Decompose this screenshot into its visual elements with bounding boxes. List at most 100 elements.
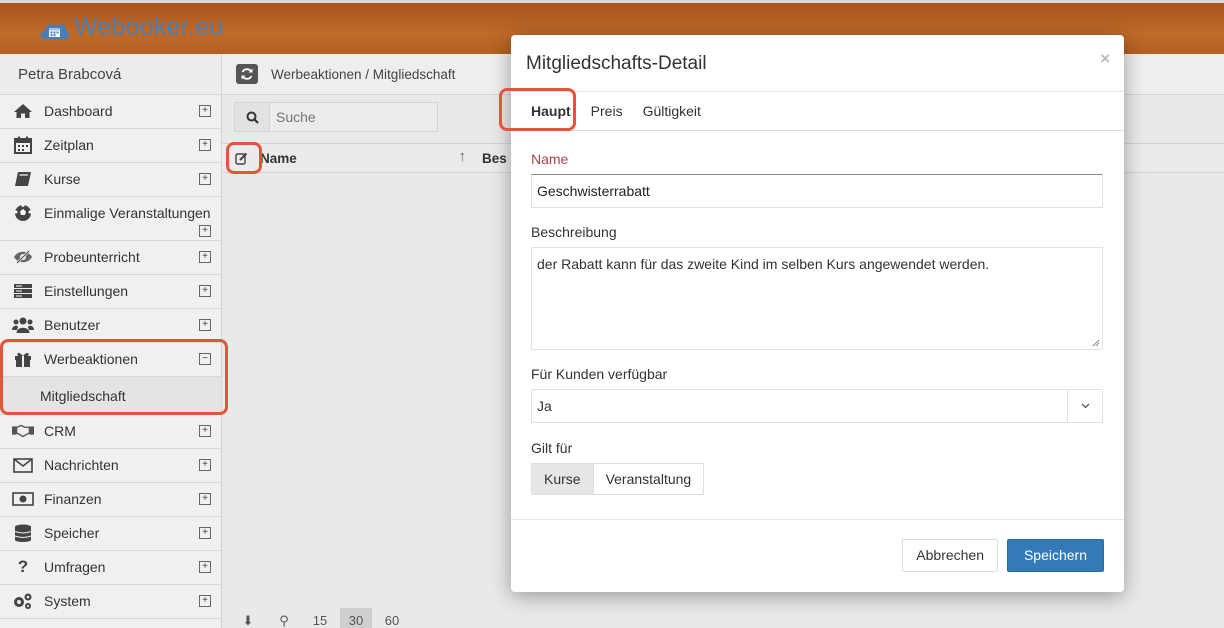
save-button[interactable]: Speichern — [1006, 539, 1104, 572]
page-size-60[interactable]: 60 — [376, 608, 408, 628]
sidebar-item-dashboard[interactable]: Dashboard + — [0, 95, 221, 129]
sidebar-subitem-mitgliedschaft[interactable]: Mitgliedschaft — [0, 377, 221, 415]
sidebar-item-label: Einmalige Veranstaltungen — [44, 205, 211, 221]
expand-toggle-icon[interactable]: + — [199, 595, 211, 607]
sidebar-item-label: Finanzen — [44, 491, 102, 507]
sidebar-item-einstellungen[interactable]: Einstellungen + — [0, 275, 221, 309]
user-name[interactable]: Petra Brabcová — [0, 54, 221, 95]
modal-footer: Abbrechen Speichern — [511, 519, 1124, 592]
sidebar-item-einmalige-veranstaltungen[interactable]: Einmalige Veranstaltungen + — [0, 197, 221, 241]
soccer-ball-icon — [12, 203, 34, 223]
sidebar-item-system[interactable]: System + — [0, 585, 221, 619]
applies-toggle-group: Kurse Veranstaltung — [531, 463, 1104, 495]
sidebar-item-label: CRM — [44, 423, 76, 439]
calendar-icon — [12, 135, 34, 155]
resize-handle-icon[interactable] — [1092, 339, 1100, 347]
expand-toggle-icon[interactable]: + — [199, 285, 211, 297]
sidebar-item-label: Werbeaktionen — [44, 351, 138, 367]
sidebar-item-kurse[interactable]: Kurse + — [0, 163, 221, 197]
sidebar-item-werbeaktionen[interactable]: Werbeaktionen − — [0, 343, 221, 377]
expand-toggle-icon[interactable]: + — [199, 459, 211, 471]
applies-label: Gilt für — [531, 440, 573, 456]
expand-toggle-icon[interactable]: + — [199, 139, 211, 151]
refresh-button[interactable] — [236, 64, 258, 84]
sort-arrow-icon[interactable]: ↑ — [459, 148, 467, 165]
description-field[interactable]: der Rabatt kann für das zweite Kind im s… — [531, 247, 1103, 350]
search-input[interactable] — [270, 102, 438, 132]
membership-detail-modal: Mitgliedschafts-Detail × Haupt Preis Gül… — [511, 35, 1124, 592]
applies-kurse-button[interactable]: Kurse — [531, 463, 594, 495]
collapse-toggle-icon[interactable]: − — [199, 353, 211, 365]
expand-toggle-icon[interactable]: + — [199, 173, 211, 185]
available-select-value: Ja — [537, 398, 552, 414]
sidebar-item-label: Probeunterricht — [44, 249, 140, 265]
expand-toggle-icon[interactable]: + — [199, 527, 211, 539]
sidebar-item-label: Speicher — [44, 525, 100, 541]
chevron-down-icon[interactable] — [1067, 390, 1102, 422]
sidebar-item-benutzer[interactable]: Benutzer + — [0, 309, 221, 343]
tab-gueltigkeit[interactable]: Gültigkeit — [633, 92, 711, 130]
brand-logo[interactable]: Webooker.eu — [38, 13, 223, 42]
sidebar-item-zeitplan[interactable]: Zeitplan + — [0, 129, 221, 163]
column-header-description[interactable]: Bes — [482, 151, 507, 166]
breadcrumb: Werbeaktionen / Mitgliedschaft — [271, 66, 456, 82]
sidebar-item-label: Zeitplan — [44, 137, 94, 153]
available-select[interactable]: Ja — [531, 389, 1103, 423]
sidebar-item-speicher[interactable]: Speicher + — [0, 517, 221, 551]
expand-toggle-icon[interactable]: + — [199, 225, 211, 237]
sidebar-item-finanzen[interactable]: Finanzen + — [0, 483, 221, 517]
question-icon: ? — [17, 557, 29, 576]
expand-toggle-icon[interactable]: + — [199, 105, 211, 117]
page-size-15[interactable]: 15 — [304, 608, 336, 628]
edit-icon[interactable] — [222, 152, 260, 165]
description-value: der Rabatt kann für das zweite Kind im s… — [537, 256, 990, 272]
database-icon — [12, 523, 34, 543]
sidebar-item-nachrichten[interactable]: Nachrichten + — [0, 449, 221, 483]
column-header-name[interactable]: Name ↑ — [260, 148, 482, 166]
home-icon — [12, 101, 34, 121]
expand-toggle-icon[interactable]: + — [199, 251, 211, 263]
search-page-icon[interactable]: ⚲ — [268, 608, 300, 628]
users-icon — [12, 315, 34, 335]
sidebar-item-label: System — [44, 593, 91, 609]
download-icon[interactable]: ⬇ — [232, 608, 264, 628]
search-icon[interactable] — [234, 102, 270, 132]
pagination: ⬇ ⚲ 15 30 60 — [232, 608, 408, 628]
sidebar-item-crm[interactable]: CRM + — [0, 415, 221, 449]
column-header-name-label: Name — [260, 150, 297, 166]
name-field[interactable]: Geschwisterrabatt — [531, 174, 1103, 208]
book-icon — [12, 169, 34, 189]
search-bar — [234, 102, 438, 132]
modal-tabs: Haupt Preis Gültigkeit — [511, 92, 1124, 131]
sidebar-item-label: Umfragen — [44, 559, 106, 575]
sidebar-item-label: Benutzer — [44, 317, 101, 333]
sidebar-item-label: Kurse — [44, 171, 81, 187]
sidebar: Petra Brabcová Dashboard + Zeitplan + Ku… — [0, 54, 222, 628]
name-label: Name — [531, 151, 569, 167]
tab-preis[interactable]: Preis — [581, 92, 633, 130]
available-label: Für Kunden verfügbar — [531, 366, 668, 382]
server-icon — [12, 281, 34, 301]
sidebar-item-label: Dashboard — [44, 103, 113, 119]
sidebar-item-umfragen[interactable]: ? Umfragen + — [0, 551, 221, 585]
expand-toggle-icon[interactable]: + — [199, 319, 211, 331]
close-icon[interactable]: × — [1100, 49, 1110, 69]
expand-toggle-icon[interactable]: + — [199, 561, 211, 573]
modal-title: Mitgliedschafts-Detail — [526, 53, 707, 74]
calendar-cloud-icon — [38, 16, 70, 40]
description-label: Beschreibung — [531, 224, 617, 240]
modal-form: Name Geschwisterrabatt Beschreibung der … — [511, 131, 1124, 495]
handshake-icon — [12, 421, 34, 441]
sidebar-item-probeunterricht[interactable]: Probeunterricht + — [0, 241, 221, 275]
cogs-icon — [12, 591, 34, 611]
tab-haupt[interactable]: Haupt — [521, 92, 581, 130]
expand-toggle-icon[interactable]: + — [199, 493, 211, 505]
expand-toggle-icon[interactable]: + — [199, 425, 211, 437]
page-size-30[interactable]: 30 — [340, 608, 372, 628]
sidebar-item-label: Einstellungen — [44, 283, 129, 299]
applies-veranstaltung-button[interactable]: Veranstaltung — [593, 463, 705, 495]
cancel-button[interactable]: Abbrechen — [902, 539, 998, 572]
refresh-icon — [241, 68, 253, 80]
money-icon — [12, 489, 34, 509]
gift-icon — [12, 349, 34, 369]
